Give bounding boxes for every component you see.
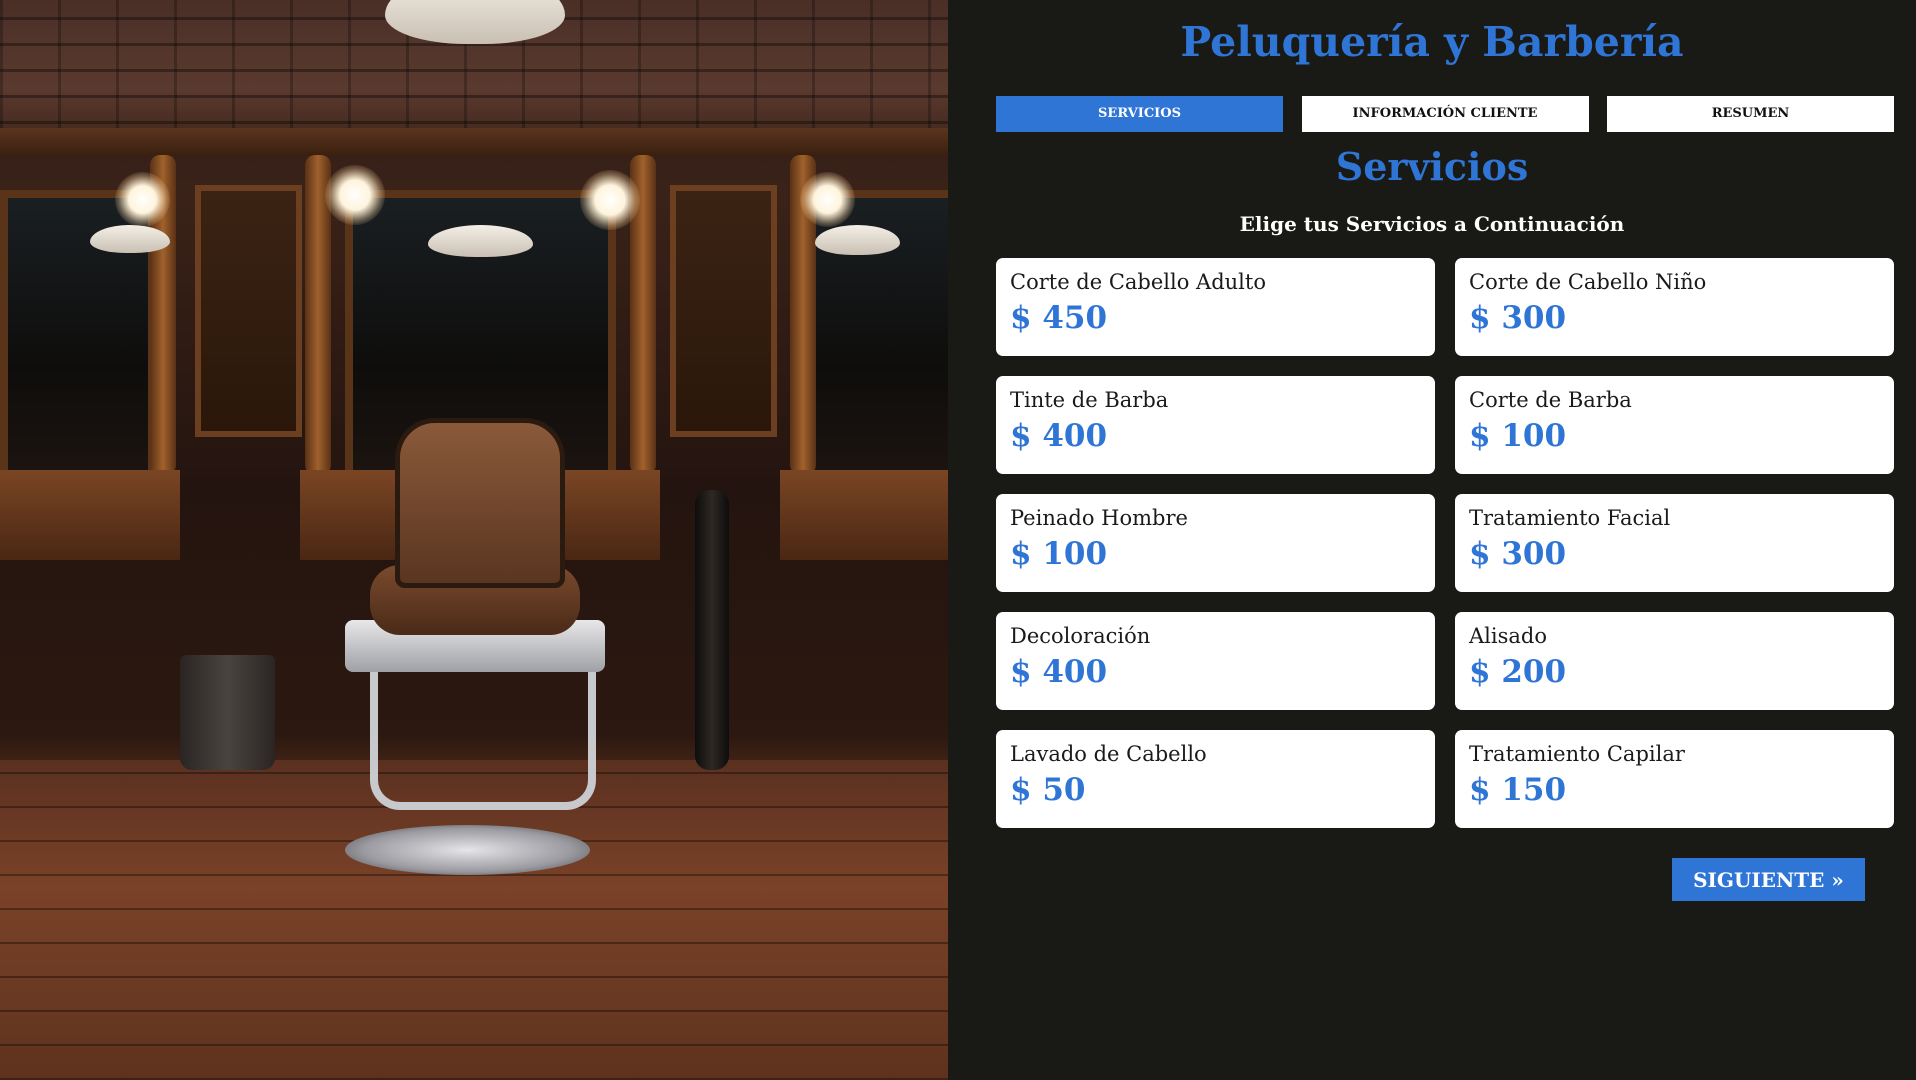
service-name: Tratamiento Facial [1469, 506, 1671, 530]
light-bulb-icon [800, 172, 855, 227]
service-price: $ 450 [1010, 300, 1108, 336]
light-bulb-icon [580, 170, 640, 230]
next-button[interactable]: Siguiente » [1672, 858, 1865, 901]
lamp-shade [815, 225, 900, 255]
service-price: $ 200 [1469, 654, 1567, 690]
lamp-shade [428, 225, 533, 257]
services-grid: Corte de Cabello Adulto $ 450 Corte de C… [996, 258, 1894, 828]
tab-resumen[interactable]: Resumen [1607, 96, 1894, 132]
service-name: Corte de Cabello Niño [1469, 270, 1707, 294]
service-name: Tinte de Barba [1010, 388, 1169, 412]
site-title: Peluquería y Barbería [1180, 18, 1684, 66]
shelf [195, 185, 302, 437]
service-card[interactable]: Decoloración $ 400 [996, 612, 1435, 710]
barbershop-photo [0, 0, 948, 1080]
service-name: Peinado Hombre [1010, 506, 1188, 530]
light-bulb-icon [115, 172, 170, 227]
tab-informacion-cliente[interactable]: Información Cliente [1301, 96, 1589, 132]
service-name: Corte de Barba [1469, 388, 1632, 412]
service-card[interactable]: Tratamiento Capilar $ 150 [1455, 730, 1894, 828]
chair-frame [370, 672, 596, 810]
light-bulb-icon [325, 165, 385, 225]
service-card[interactable]: Corte de Barba $ 100 [1455, 376, 1894, 474]
tab-servicios[interactable]: Servicios [996, 96, 1283, 132]
service-price: $ 400 [1010, 418, 1108, 454]
service-name: Tratamiento Capilar [1469, 742, 1685, 766]
service-card[interactable]: Tinte de Barba $ 400 [996, 376, 1435, 474]
app-page: Peluquería y Barbería Servicios Informac… [0, 0, 1916, 1080]
chair-back [395, 418, 565, 588]
service-price: $ 150 [1469, 772, 1567, 808]
service-card[interactable]: Tratamiento Facial $ 300 [1455, 494, 1894, 592]
counter [0, 470, 180, 560]
service-card[interactable]: Peinado Hombre $ 100 [996, 494, 1435, 592]
trash-bin [180, 655, 275, 770]
dryer-stand [695, 490, 729, 770]
booking-panel: Peluquería y Barbería Servicios Informac… [948, 0, 1916, 1080]
service-card[interactable]: Corte de Cabello Adulto $ 450 [996, 258, 1435, 356]
service-price: $ 100 [1010, 536, 1108, 572]
service-name: Lavado de Cabello [1010, 742, 1207, 766]
service-price: $ 300 [1469, 536, 1567, 572]
shelf [670, 185, 777, 437]
service-name: Corte de Cabello Adulto [1010, 270, 1266, 294]
counter [780, 470, 948, 560]
service-price: $ 400 [1010, 654, 1108, 690]
service-card[interactable]: Corte de Cabello Niño $ 300 [1455, 258, 1894, 356]
section-subtitle: Elige tus Servicios a Continuación [1239, 212, 1625, 236]
section-title: Servicios [1335, 144, 1529, 189]
chair-foot [345, 825, 590, 875]
step-tabs: Servicios Información Cliente Resumen [996, 96, 1894, 132]
service-card[interactable]: Lavado de Cabello $ 50 [996, 730, 1435, 828]
wood-beam [0, 128, 948, 156]
service-price: $ 50 [1010, 772, 1086, 808]
service-price: $ 300 [1469, 300, 1567, 336]
service-name: Decoloración [1010, 624, 1151, 648]
service-name: Alisado [1469, 624, 1547, 648]
lamp-shade [90, 225, 170, 253]
service-card[interactable]: Alisado $ 200 [1455, 612, 1894, 710]
service-price: $ 100 [1469, 418, 1567, 454]
